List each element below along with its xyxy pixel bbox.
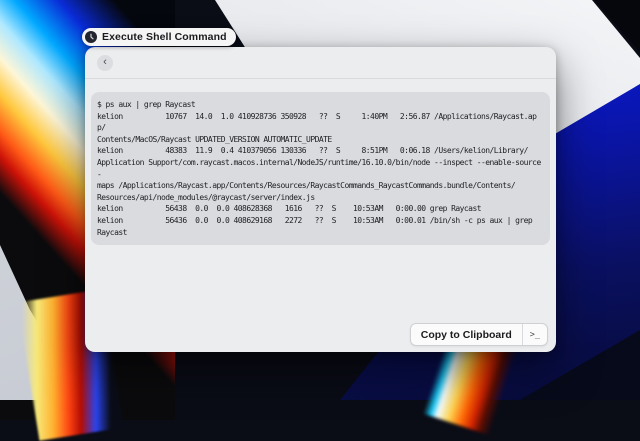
command-clock-icon [85, 31, 97, 43]
copy-to-clipboard-button[interactable]: Copy to Clipboard >_ [410, 323, 548, 346]
copy-button-label: Copy to Clipboard [411, 324, 522, 345]
toast-label: Execute Shell Command [102, 31, 227, 43]
terminal-output-block: $ ps aux | grep Raycast kelion 10767 14.… [91, 92, 550, 245]
back-button[interactable]: ‹ [97, 55, 113, 71]
window-header: ‹ [85, 47, 556, 79]
terminal-output-text: $ ps aux | grep Raycast kelion 10767 14.… [97, 99, 544, 238]
chevron-left-icon: ‹ [103, 57, 107, 68]
raycast-window: ‹ $ ps aux | grep Raycast kelion 10767 1… [85, 47, 556, 352]
terminal-prompt-key-icon: >_ [523, 324, 547, 345]
toast-execute-shell-command: Execute Shell Command [82, 28, 236, 46]
